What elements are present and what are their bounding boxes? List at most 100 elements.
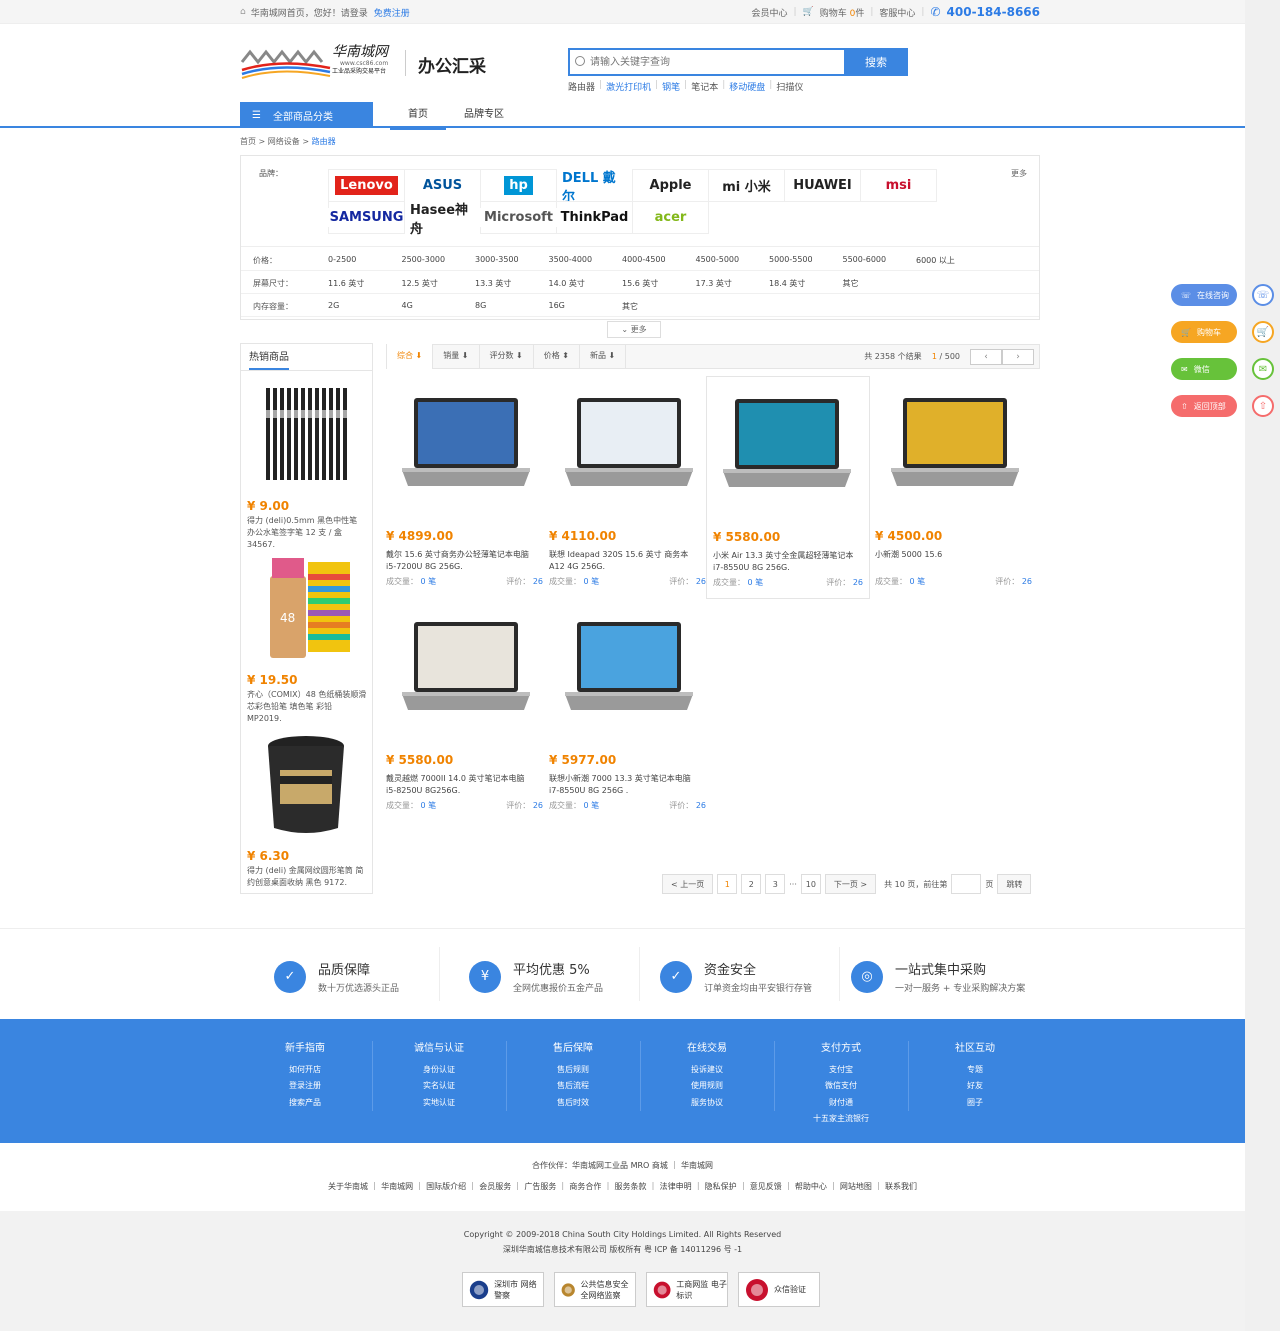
prev-page-link[interactable]: < 上一页 — [662, 874, 714, 894]
page-1[interactable]: 1 — [717, 874, 738, 894]
filter-option[interactable]: 18.4 英寸 — [769, 278, 843, 289]
next-page-button[interactable]: › — [1002, 348, 1034, 365]
filter-option[interactable]: 5500-6000 — [843, 255, 917, 266]
footer-nav-links[interactable]: 关于华南城 ｜ 华南城网 ｜ 国际版介绍 ｜ 会员服务 ｜ 广告服务 ｜ 商务合… — [0, 1181, 1245, 1192]
site-logo[interactable]: 华南城网 www.csc86.com 工业品采购交易平台 — [240, 40, 400, 80]
filter-option[interactable]: 11.6 英寸 — [328, 278, 402, 289]
login-link[interactable]: 您好！请登录 — [314, 6, 368, 19]
footer-link[interactable]: 登录注册 — [238, 1078, 372, 1095]
product-card[interactable]: ¥ 4500.00 小新潮 5000 15.6 成交量： 0 笔 评价： 26 — [875, 376, 1038, 599]
footer-link[interactable]: 使用规则 — [640, 1078, 774, 1095]
hot-product-card[interactable]: ¥ 6.30 得力 (deli) 金属网纹圆形笔筒 简约创意桌面收纳 黑色 91… — [247, 732, 367, 889]
sort-price[interactable]: 价格 ⬍ — [534, 344, 580, 369]
home-link[interactable]: 华南城网首页， — [251, 6, 314, 19]
sort-reviews[interactable]: 评分数 ⬇ — [480, 344, 534, 369]
brand-logo[interactable]: ThinkPad — [555, 201, 634, 234]
brand-more-link[interactable]: 更多 — [1011, 168, 1027, 179]
service-center-link[interactable]: 客服中心 — [879, 6, 915, 19]
footer-link[interactable]: 售后时效 — [506, 1095, 640, 1112]
filter-option[interactable]: 13.3 英寸 — [475, 278, 549, 289]
brand-logo[interactable]: acer — [632, 201, 709, 234]
product-card[interactable]: ¥ 4110.00 联想 Ideapad 320S 15.6 英寸 商务本 A1… — [549, 376, 712, 599]
arrow-up-icon[interactable]: ⇧ — [1252, 395, 1274, 417]
filter-option[interactable]: 12.5 英寸 — [402, 278, 476, 289]
filter-option[interactable]: 16G — [549, 301, 623, 312]
product-card[interactable]: ¥ 5977.00 联想小新潮 7000 13.3 英寸笔记本电脑 i7-855… — [549, 600, 712, 823]
register-link[interactable]: 免费注册 — [374, 6, 410, 19]
hot-keyword-link[interactable]: 笔记本 — [691, 80, 718, 93]
product-name[interactable]: 小新潮 5000 15.6 — [875, 549, 1025, 561]
cart-link[interactable]: 购物车 0件 — [820, 6, 865, 19]
page-10[interactable]: 10 — [800, 874, 821, 894]
hot-keyword-link[interactable]: 移动硬盘 — [729, 80, 765, 93]
product-name[interactable]: 戴尔 15.6 英寸商务办公轻薄笔记本电脑 i5-7200U 8G 256G. — [386, 549, 536, 573]
brand-logo[interactable]: HUAWEI — [784, 169, 861, 202]
brand-logo[interactable]: Apple — [632, 169, 709, 202]
filter-option[interactable]: 2G — [328, 301, 402, 312]
footer-link[interactable]: 售后规则 — [506, 1062, 640, 1079]
filter-option[interactable]: 4000-4500 — [622, 255, 696, 266]
filter-option[interactable]: 5000-5500 — [769, 255, 843, 266]
trust-badge[interactable]: 工商网监 电子标识 — [646, 1272, 728, 1307]
headset-icon[interactable]: ☏ — [1252, 284, 1274, 306]
trust-badge[interactable]: 众信验证 — [738, 1272, 820, 1307]
float-button[interactable]: ✉ 微信 — [1171, 358, 1237, 380]
brand-logo[interactable]: Microsoft — [479, 201, 558, 234]
breadcrumb-network[interactable]: 网络设备 — [268, 137, 300, 146]
home-icon[interactable]: ⌂ — [240, 7, 246, 17]
nav-home[interactable]: 首页 — [390, 102, 446, 130]
hot-product-card[interactable]: 48 ¥ 19.50 齐心（COMIX）48 色纸桶装顺滑芯彩色铅笔 填色笔 彩… — [247, 556, 367, 725]
sort-new[interactable]: 新品 ⬇ — [580, 344, 627, 369]
float-button[interactable]: ☏ 在线咨询 — [1171, 284, 1237, 306]
footer-link[interactable]: 售后流程 — [506, 1078, 640, 1095]
page-jump-button[interactable]: 跳转 — [997, 874, 1032, 894]
brand-logo[interactable]: Lenovo — [328, 169, 405, 202]
cart-icon[interactable]: 🛒 — [1252, 321, 1274, 343]
product-card[interactable]: ¥ 5580.00 小米 Air 13.3 英寸全金属超轻薄笔记本 i7-855… — [706, 376, 870, 599]
hot-keyword-link[interactable]: 激光打印机 — [606, 80, 651, 93]
page-2[interactable]: 2 — [741, 874, 762, 894]
member-center-link[interactable]: 会员中心 — [751, 6, 787, 19]
float-button[interactable]: 🛒 购物车 — [1171, 321, 1237, 343]
filter-option[interactable]: 15.6 英寸 — [622, 278, 696, 289]
next-page-link[interactable]: 下一页 > — [824, 874, 877, 894]
partners[interactable]: 合作伙伴：华南城网工业品 MRO 商城 ｜ 华南城网 — [0, 1160, 1245, 1171]
filter-option[interactable]: 2500-3000 — [402, 255, 476, 266]
brand-logo[interactable]: hp — [480, 169, 557, 202]
footer-link[interactable]: 好友 — [908, 1078, 1042, 1095]
breadcrumb-router[interactable]: 路由器 — [312, 137, 336, 146]
footer-link[interactable]: 实地认证 — [372, 1095, 506, 1112]
product-name[interactable]: 戴灵越燃 7000II 14.0 英寸笔记本电脑 i5-8250U 8G256G… — [386, 773, 536, 797]
footer-link[interactable]: 微信支付 — [774, 1078, 908, 1095]
footer-link[interactable]: 身份认证 — [372, 1062, 506, 1079]
hot-product-card[interactable]: ¥ 9.00 得力 (deli)0.5mm 黑色中性笔 办公水笔签字笔 12 支… — [247, 382, 367, 551]
hot-product-name[interactable]: 得力 (deli) 金属网纹圆形笔筒 简约创意桌面收纳 黑色 9172. — [247, 865, 367, 889]
footer-link[interactable]: 服务协议 — [640, 1095, 774, 1112]
product-card[interactable]: ¥ 5580.00 戴灵越燃 7000II 14.0 英寸笔记本电脑 i5-82… — [386, 600, 549, 823]
filter-option[interactable]: 0-2500 — [328, 255, 402, 266]
nav-brand-zone[interactable]: 品牌专区 — [446, 102, 522, 128]
hot-keyword-link[interactable]: 扫描仪 — [776, 80, 803, 93]
footer-link[interactable]: 实名认证 — [372, 1078, 506, 1095]
sort-sales[interactable]: 销量 ⬇ — [433, 344, 480, 369]
filter-option[interactable]: 3500-4000 — [549, 255, 623, 266]
sort-comprehensive[interactable]: 综合 ⬇ — [387, 344, 434, 369]
page-3[interactable]: 3 — [765, 874, 786, 894]
footer-link[interactable]: 圈子 — [908, 1095, 1042, 1112]
footer-link[interactable]: 专题 — [908, 1062, 1042, 1079]
hot-keyword-link[interactable]: 钢笔 — [662, 80, 680, 93]
hot-product-name[interactable]: 得力 (deli)0.5mm 黑色中性笔 办公水笔签字笔 12 支 / 盒 34… — [247, 515, 367, 551]
hot-keyword-link[interactable]: 路由器 — [568, 80, 595, 93]
brand-logo[interactable]: Hasee神舟 — [404, 196, 481, 239]
filter-option[interactable]: 17.3 英寸 — [696, 278, 770, 289]
product-card[interactable]: ¥ 4899.00 戴尔 15.6 英寸商务办公轻薄笔记本电脑 i5-7200U… — [386, 376, 549, 599]
trust-badge[interactable]: 公共信息安全 全网络监察 — [554, 1272, 636, 1307]
all-categories-button[interactable]: ☰ 全部商品分类 — [240, 102, 373, 128]
wechat-icon[interactable]: ✉ — [1252, 358, 1274, 380]
trust-badge[interactable]: 深圳市 网络警察 — [462, 1272, 544, 1307]
page-jump-input[interactable] — [951, 874, 982, 894]
filter-option[interactable]: 4500-5000 — [696, 255, 770, 266]
filter-option[interactable]: 6000 以上 — [916, 255, 990, 266]
hot-product-name[interactable]: 齐心（COMIX）48 色纸桶装顺滑芯彩色铅笔 填色笔 彩铅 MP2019. — [247, 689, 367, 725]
footer-link[interactable]: 十五家主流银行 — [774, 1111, 908, 1128]
